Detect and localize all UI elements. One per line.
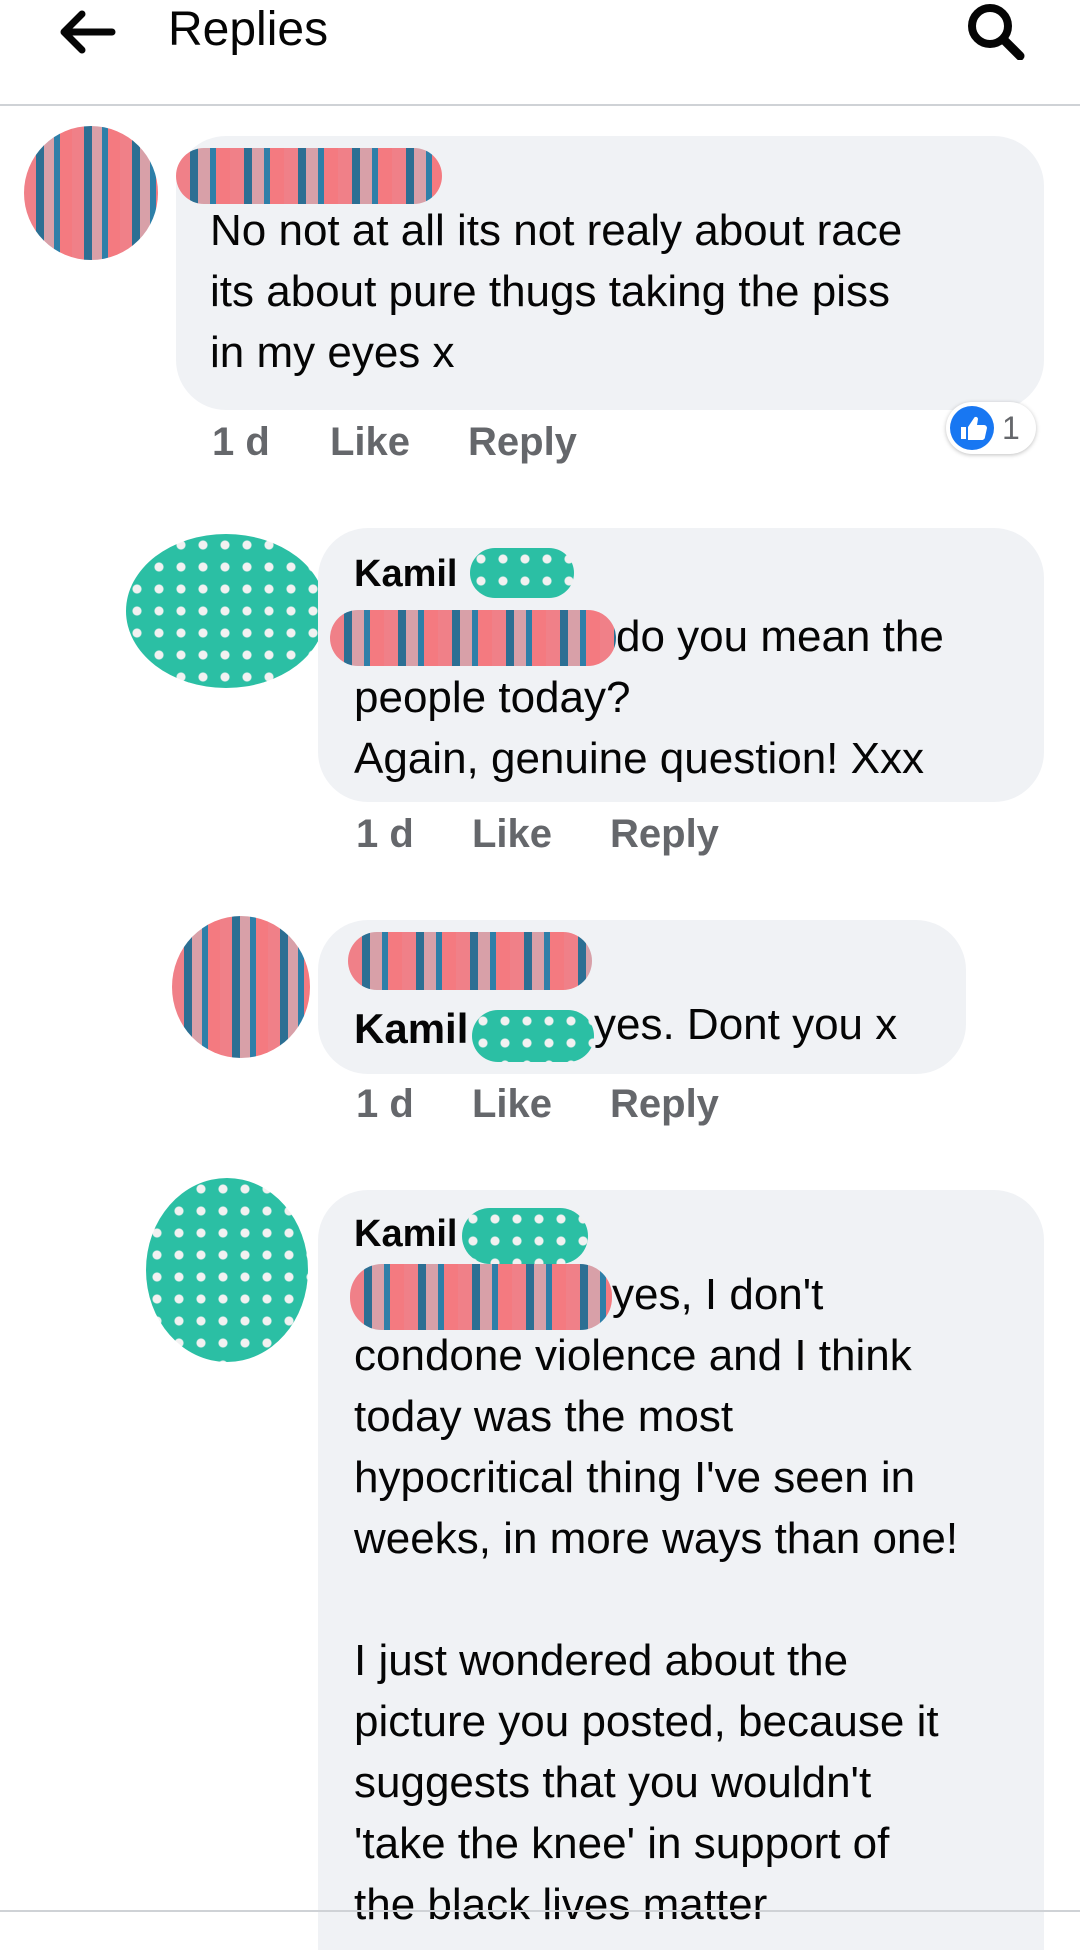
redacted-name <box>462 1208 588 1264</box>
reply-button[interactable]: Reply <box>468 418 577 466</box>
like-button[interactable]: Like <box>472 810 552 858</box>
redacted-mention <box>330 610 616 666</box>
redacted-name <box>348 932 592 990</box>
reply-button[interactable]: Reply <box>610 810 719 858</box>
top-bar: Replies <box>0 0 1080 106</box>
comment-actions: 1 d Like Reply <box>356 1080 856 1128</box>
comment-text: people today? Again, genuine question! X… <box>354 673 924 783</box>
comment-time: 1 d <box>356 1082 414 1126</box>
arrow-left-icon[interactable] <box>56 6 116 58</box>
comment-author[interactable]: Kamil <box>354 1212 457 1256</box>
search-icon[interactable] <box>962 0 1032 60</box>
comment-time: 1 d <box>212 420 270 464</box>
comment-author[interactable]: Kamil <box>354 552 457 596</box>
comment-bubble: Kamil yes, I don't condone violence and … <box>318 1190 1044 1950</box>
comment-time: 1 d <box>356 812 414 856</box>
reaction-badge[interactable]: 1 <box>946 402 1036 454</box>
comment-text: No not at all its not realy about race i… <box>210 206 903 377</box>
avatar[interactable] <box>146 1178 308 1362</box>
comment-actions: 1 d Like Reply <box>212 418 712 466</box>
avatar[interactable] <box>24 126 158 260</box>
comment-bubble: Kamil do you mean the people today? Agai… <box>318 528 1044 802</box>
like-icon <box>950 406 994 450</box>
avatar[interactable] <box>172 916 310 1058</box>
comment-actions: 1 d Like Reply <box>356 810 856 858</box>
comment-text: yes. Dont you x <box>594 1000 898 1049</box>
comment-text: do you mean the <box>616 612 944 661</box>
reaction-count: 1 <box>1002 410 1020 446</box>
mention-name[interactable]: Kamil <box>354 1004 468 1054</box>
comment-bubble: No not at all its not realy about race i… <box>176 136 1044 410</box>
like-button[interactable]: Like <box>330 418 410 466</box>
comment-text: yes, I don't <box>612 1270 824 1319</box>
comment-bubble: Kamil yes. Dont you x <box>318 920 966 1074</box>
comment-text: condone violence and I think today was t… <box>354 1331 959 1929</box>
redacted-name <box>470 548 574 598</box>
like-button[interactable]: Like <box>472 1080 552 1128</box>
redacted-mention <box>350 1264 612 1330</box>
redacted-mention <box>472 1010 594 1062</box>
reply-button[interactable]: Reply <box>610 1080 719 1128</box>
page-title: Replies <box>168 3 329 56</box>
redacted-name <box>176 148 442 204</box>
divider <box>0 1910 1080 1912</box>
avatar[interactable] <box>126 534 326 688</box>
